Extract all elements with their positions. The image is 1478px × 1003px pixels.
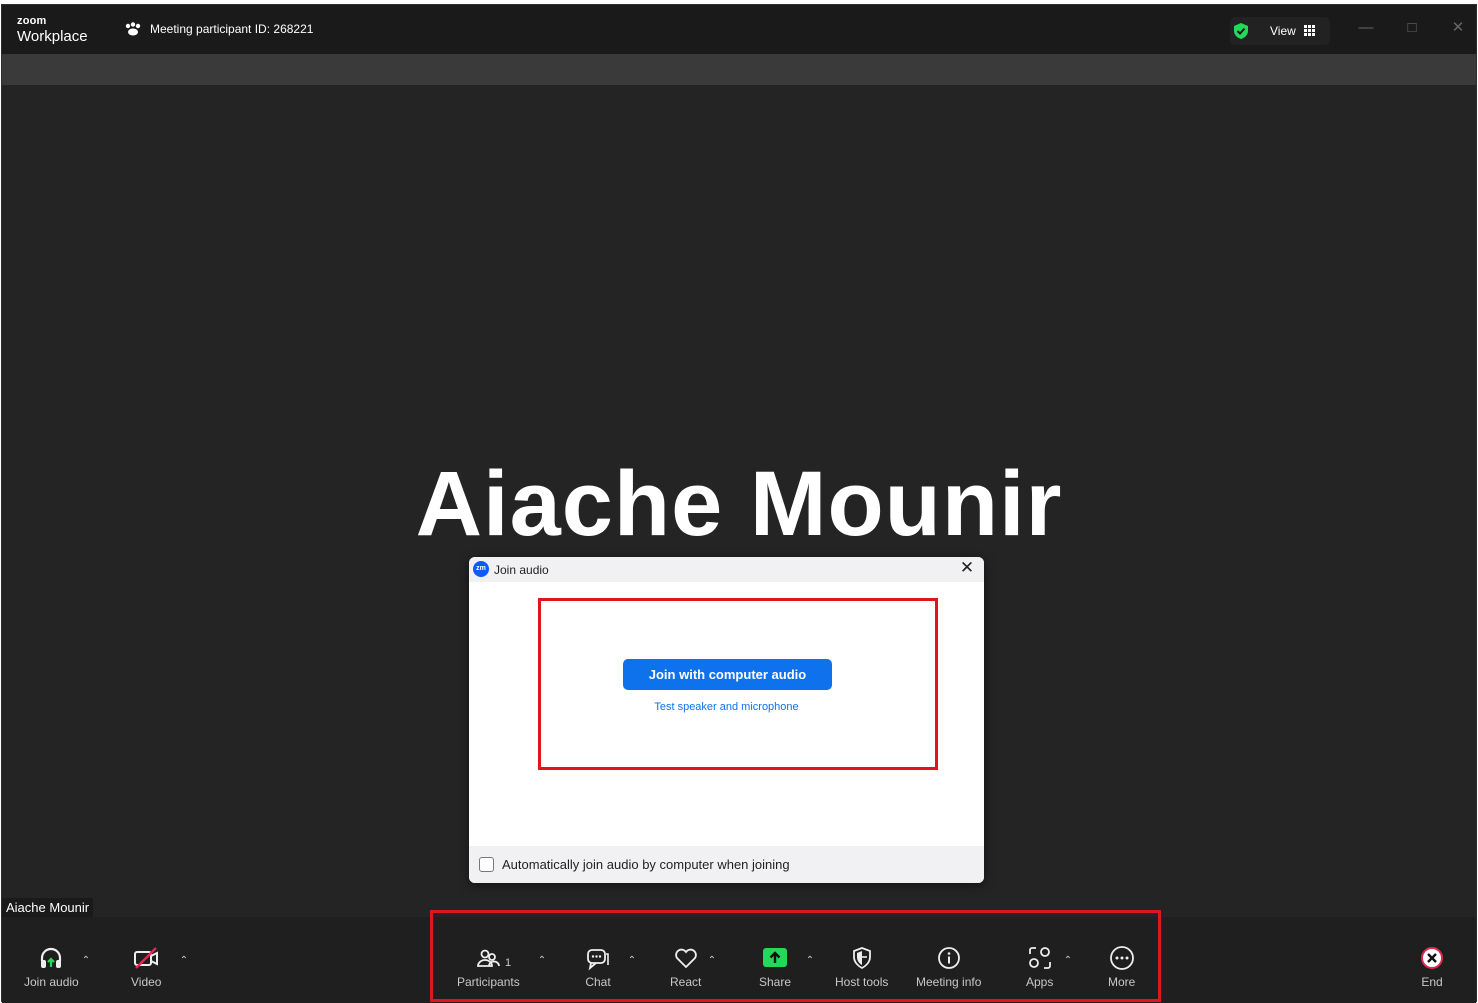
join-computer-audio-button[interactable]: Join with computer audio bbox=[623, 659, 832, 690]
heart-icon bbox=[674, 948, 697, 969]
react-button[interactable]: React bbox=[670, 945, 701, 989]
end-icon bbox=[1421, 947, 1443, 969]
apps-options-chevron-icon[interactable]: ⌃ bbox=[1063, 955, 1073, 966]
maximize-icon[interactable]: □ bbox=[1402, 18, 1422, 38]
host-tools-label: Host tools bbox=[835, 975, 889, 989]
meeting-info-button[interactable]: Meeting info bbox=[916, 945, 981, 989]
share-button[interactable]: Share bbox=[759, 945, 791, 989]
zoom-logo-icon: zm bbox=[473, 561, 489, 577]
view-label: View bbox=[1270, 24, 1296, 38]
participant-name-tag: Aiache Mounir bbox=[2, 898, 94, 917]
audio-options-chevron-icon[interactable]: ⌃ bbox=[81, 955, 91, 966]
participants-paw-icon bbox=[125, 22, 141, 36]
chat-label: Chat bbox=[585, 975, 611, 989]
close-window-icon[interactable]: ✕ bbox=[1448, 18, 1468, 38]
share-options-chevron-icon[interactable]: ⌃ bbox=[805, 955, 815, 966]
logo-bottom: Workplace bbox=[17, 28, 88, 45]
host-tools-button[interactable]: Host tools bbox=[835, 945, 888, 989]
chat-button[interactable]: Chat bbox=[585, 945, 611, 989]
more-icon bbox=[1109, 946, 1134, 970]
view-button[interactable]: View bbox=[1230, 17, 1330, 45]
participants-icon bbox=[477, 949, 501, 967]
auto-join-checkbox[interactable] bbox=[479, 857, 494, 872]
meeting-toolbar: Join audio ⌃ Video ⌃ Participants 1 ⌃ Ch… bbox=[2, 917, 1476, 1003]
join-audio-dialog: zm Join audio ✕ Join with computer audio… bbox=[469, 557, 984, 883]
meeting-id-text: Meeting participant ID: 268221 bbox=[150, 22, 314, 36]
chat-icon bbox=[587, 949, 609, 971]
participants-options-chevron-icon[interactable]: ⌃ bbox=[537, 955, 547, 966]
end-meeting-button[interactable]: End bbox=[1419, 945, 1445, 989]
test-speaker-mic-link[interactable]: Test speaker and microphone bbox=[469, 701, 984, 713]
zoom-workplace-logo: zoom Workplace bbox=[17, 15, 88, 45]
share-label: Share bbox=[759, 975, 792, 989]
participants-count: 1 bbox=[505, 957, 512, 969]
participant-display-name: Aiache Mounir bbox=[415, 453, 1063, 555]
participants-label: Participants bbox=[457, 975, 520, 989]
join-audio-button[interactable]: Join audio bbox=[24, 945, 79, 989]
video-button[interactable]: Video bbox=[131, 945, 161, 989]
video-off-icon bbox=[134, 947, 159, 969]
info-icon bbox=[937, 947, 960, 969]
encryption-shield-icon[interactable] bbox=[1232, 22, 1250, 40]
join-audio-label: Join audio bbox=[24, 975, 79, 989]
shield-icon bbox=[852, 947, 871, 970]
title-bar: zoom Workplace Meeting participant ID: 2… bbox=[2, 5, 1476, 54]
chat-options-chevron-icon[interactable]: ⌃ bbox=[627, 955, 637, 966]
share-screen-icon bbox=[763, 948, 788, 967]
auto-join-label[interactable]: Automatically join audio by computer whe… bbox=[502, 857, 790, 872]
react-options-chevron-icon[interactable]: ⌃ bbox=[707, 955, 717, 966]
apps-button[interactable]: Apps bbox=[1026, 945, 1053, 989]
more-label: More bbox=[1108, 975, 1136, 989]
logo-top: zoom bbox=[17, 15, 47, 27]
gallery-grid-icon bbox=[1304, 25, 1315, 36]
video-label: Video bbox=[131, 975, 162, 989]
dialog-title: Join audio bbox=[494, 563, 549, 577]
top-strip bbox=[2, 54, 1476, 85]
minimize-icon[interactable]: — bbox=[1356, 18, 1376, 38]
dialog-footer: Automatically join audio by computer whe… bbox=[469, 846, 984, 883]
apps-icon bbox=[1028, 947, 1051, 969]
meeting-id-info[interactable]: Meeting participant ID: 268221 bbox=[124, 22, 313, 36]
apps-label: Apps bbox=[1026, 975, 1054, 989]
video-options-chevron-icon[interactable]: ⌃ bbox=[179, 955, 189, 966]
more-button[interactable]: More bbox=[1108, 945, 1135, 989]
end-label: End bbox=[1421, 975, 1443, 989]
react-label: React bbox=[670, 975, 702, 989]
close-icon[interactable]: ✕ bbox=[959, 559, 975, 576]
meeting-info-label: Meeting info bbox=[916, 975, 982, 989]
headphones-icon bbox=[41, 947, 62, 968]
dialog-header: zm Join audio ✕ bbox=[469, 557, 984, 582]
